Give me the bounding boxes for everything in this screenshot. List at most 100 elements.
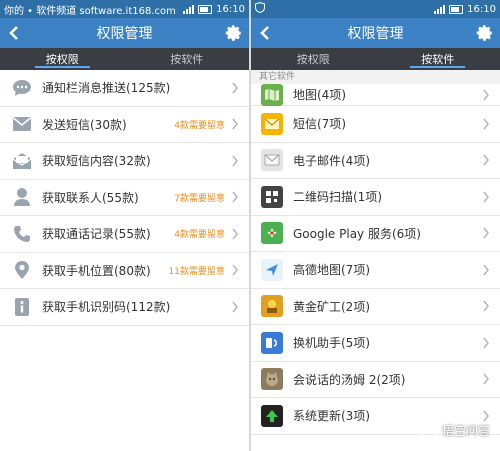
item-label: 二维码扫描(1项): [293, 190, 382, 205]
chevron-right-icon: [483, 118, 489, 130]
gear-icon[interactable]: [225, 24, 243, 42]
item-note: 11款需要留意: [168, 266, 225, 277]
list-item[interactable]: 获取手机识别码(112款): [0, 289, 249, 326]
item-label: 黄金矿工(2项): [293, 299, 370, 314]
list-item[interactable]: 获取联系人(55款) 7款需要留意: [0, 180, 249, 216]
map-app-icon: [261, 83, 283, 106]
chevron-left-icon: [9, 26, 18, 40]
item-label: 电子邮件(4项): [293, 153, 370, 168]
chevron-right-icon: [232, 155, 238, 167]
location-pin-icon: [12, 260, 32, 280]
google-play-services-icon: [261, 222, 283, 245]
list-item[interactable]: 获取通话记录(55款) 4款需要留意: [0, 216, 249, 253]
chevron-right-icon: [483, 373, 489, 385]
title-bar: 权限管理: [0, 18, 249, 48]
item-note: 7款需要留意: [174, 193, 225, 204]
talking-tom-app-icon: [261, 368, 283, 391]
shield-icon: [255, 2, 434, 16]
list-item[interactable]: 电子邮件(4项): [251, 143, 500, 179]
tab-by-app[interactable]: 按软件: [125, 48, 250, 70]
email-app-icon: [261, 149, 283, 172]
wukong-logo-icon: [419, 421, 438, 439]
tab-bar: 按权限 按软件: [0, 48, 249, 70]
chevron-left-icon: [260, 26, 269, 40]
gold-miner-app-icon: [261, 295, 283, 318]
item-label: 会说话的汤姆 2(2项): [293, 372, 406, 387]
item-note: 4款需要留意: [174, 120, 225, 131]
chevron-right-icon: [483, 337, 489, 349]
list-item[interactable]: 通知栏消息推送(125款): [0, 70, 249, 107]
chevron-right-icon: [232, 191, 238, 203]
signal-icon: [183, 4, 195, 14]
title-bar: 权限管理: [251, 18, 500, 48]
right-phone-screen: 16:10 权限管理 按权限 按软件 其它软件 地图(4项) 短信(7项) 电子…: [251, 0, 500, 451]
list-item[interactable]: 会说话的汤姆 2(2项): [251, 362, 500, 398]
app-list: 地图(4项) 短信(7项) 电子邮件(4项) 二维码扫描(1项) Google …: [251, 83, 500, 435]
tab-bar: 按权限 按软件: [251, 48, 500, 70]
chevron-right-icon: [483, 227, 489, 239]
chevron-right-icon: [483, 154, 489, 166]
tab-by-permission[interactable]: 按权限: [251, 48, 376, 70]
back-button[interactable]: [0, 18, 28, 48]
chevron-right-icon: [232, 264, 238, 276]
status-text: 你的 • 软件频道 software.it168.com: [4, 5, 176, 17]
item-note: 4款需要留意: [174, 230, 225, 241]
list-item[interactable]: 发送短信(30款) 4款需要留意: [0, 107, 249, 143]
person-icon: [12, 187, 32, 207]
list-item[interactable]: 地图(4项): [251, 83, 500, 106]
status-time: 16:10: [216, 3, 245, 15]
list-item[interactable]: 获取短信内容(32款): [0, 143, 249, 180]
chevron-right-icon: [483, 300, 489, 312]
item-label: 获取手机识别码(112款): [42, 300, 171, 315]
list-item[interactable]: Google Play 服务(6项): [251, 216, 500, 252]
list-item[interactable]: 短信(7项): [251, 106, 500, 143]
chat-bubble-icon: [12, 78, 32, 98]
info-icon: [12, 297, 32, 317]
list-item[interactable]: 二维码扫描(1项): [251, 179, 500, 216]
gear-icon[interactable]: [476, 24, 494, 42]
qr-scanner-app-icon: [261, 185, 283, 208]
chevron-right-icon: [232, 228, 238, 240]
open-envelope-icon: [12, 151, 32, 171]
chevron-right-icon: [232, 118, 238, 130]
section-header: 其它软件: [251, 70, 500, 84]
list-item[interactable]: 高德地图(7项): [251, 252, 500, 289]
watermark-text: 悟空问答: [441, 423, 490, 438]
item-label: 高德地图(7项): [293, 263, 370, 278]
list-item[interactable]: 黄金矿工(2项): [251, 289, 500, 325]
status-bar: 16:10: [251, 0, 500, 18]
list-item[interactable]: 换机助手(5项): [251, 325, 500, 362]
battery-icon: [198, 4, 213, 14]
item-label: 获取手机位置(80款): [42, 263, 151, 278]
battery-icon: [449, 4, 464, 14]
item-label: 发送短信(30款): [42, 117, 127, 132]
item-label: 通知栏消息推送(125款): [42, 81, 171, 96]
left-phone-screen: 你的 • 软件频道 software.it168.com 16:10 权限管理 …: [0, 0, 249, 451]
page-title: 权限管理: [96, 26, 153, 42]
amap-app-icon: [261, 258, 283, 281]
watermark: 悟空问答: [419, 421, 490, 439]
signal-icon: [434, 4, 446, 14]
status-time: 16:10: [467, 3, 496, 15]
chevron-right-icon: [483, 264, 489, 276]
page-title: 权限管理: [347, 26, 404, 42]
list-item[interactable]: 获取手机位置(80款) 11款需要留意: [0, 253, 249, 289]
chevron-right-icon: [483, 191, 489, 203]
envelope-icon: [12, 114, 32, 134]
permission-list: 通知栏消息推送(125款) 发送短信(30款) 4款需要留意 获取短信内容(32…: [0, 70, 249, 326]
item-label: 获取短信内容(32款): [42, 154, 151, 169]
status-bar: 你的 • 软件频道 software.it168.com 16:10: [0, 0, 249, 18]
back-button[interactable]: [251, 18, 279, 48]
chevron-right-icon: [232, 301, 238, 313]
phone-icon: [12, 224, 32, 244]
item-label: 获取联系人(55款): [42, 190, 139, 205]
tab-by-permission[interactable]: 按权限: [0, 48, 125, 70]
chevron-right-icon: [483, 410, 489, 422]
item-label: 换机助手(5项): [293, 336, 370, 351]
tab-by-app[interactable]: 按软件: [376, 48, 500, 70]
chevron-right-icon: [483, 89, 489, 100]
chevron-right-icon: [232, 82, 238, 94]
sms-app-icon: [261, 112, 283, 135]
item-label: 地图(4项): [293, 88, 346, 102]
item-label: Google Play 服务(6项): [293, 226, 421, 241]
